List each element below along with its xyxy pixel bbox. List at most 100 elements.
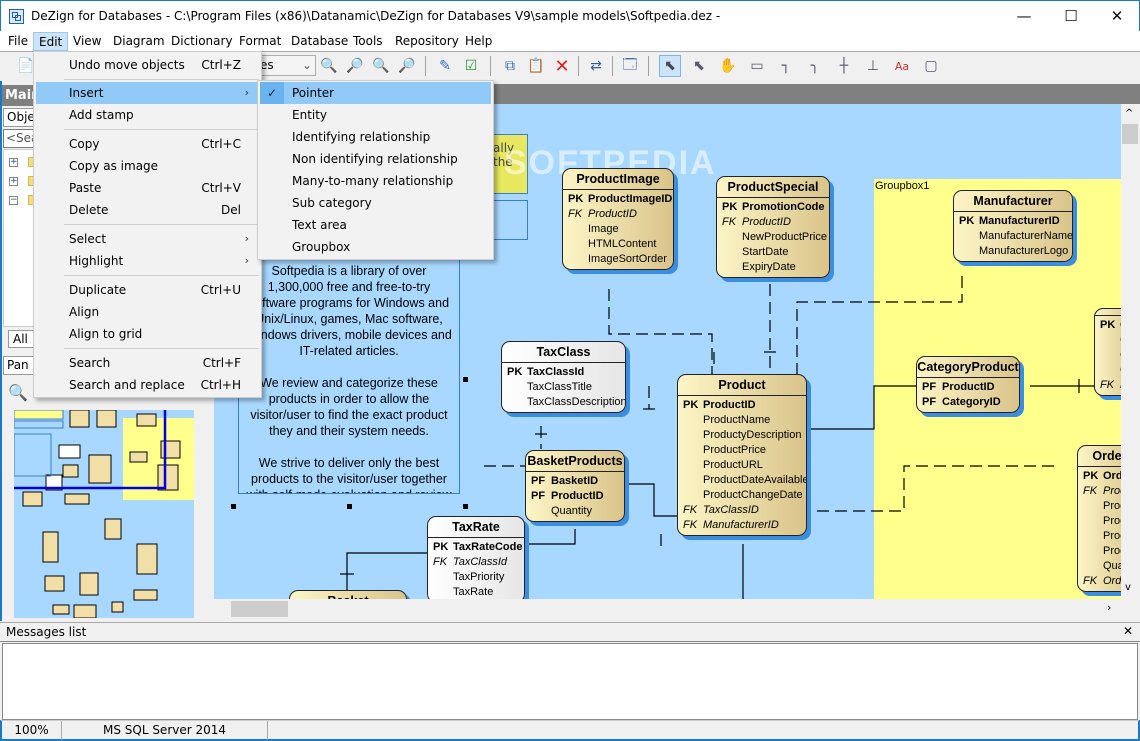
entity-icon[interactable]: ▭ <box>746 55 768 77</box>
entity-productimage[interactable]: ProductImage PK ProductImageID FK ProductID I… <box>562 168 674 270</box>
entity-attribute[interactable]: ProductName <box>683 413 801 428</box>
entity-manufacturer[interactable]: Manufacturer PK ManufacturerID Manufacturer… <box>953 190 1073 262</box>
entity-attribute[interactable]: Quantity <box>531 504 619 519</box>
submenu-text-area[interactable]: Text area <box>260 214 491 236</box>
menu-undo[interactable]: Undo move objects Ctrl+Z <box>36 54 259 76</box>
menu-repository[interactable]: Repository <box>390 32 464 51</box>
scroll-thumb[interactable] <box>1122 124 1138 144</box>
entity-taxclass[interactable]: TaxClass PK TaxClassId TaxClassTitle TaxClas… <box>501 341 626 413</box>
entity-basket[interactable]: Basket <box>289 590 407 599</box>
entity-categoryproduct[interactable]: CategoryProduct PF ProductID PF CategoryID <box>916 356 1020 413</box>
entity-order-partial[interactable]: Orde PK Ord FK Proc Proc Proc Proc Proc Qua FK Ord <box>1077 445 1121 592</box>
submenu-entity[interactable]: Entity <box>260 104 491 126</box>
menu-insert[interactable]: Insert › <box>36 82 259 104</box>
entity-attribute[interactable]: PF CategoryID <box>922 395 1014 410</box>
horizontal-scrollbar[interactable]: › <box>214 599 1121 619</box>
menu-help[interactable]: Help <box>460 32 497 51</box>
non-identifying-rel-icon[interactable]: ╮ <box>804 55 826 77</box>
entity-attribute[interactable]: ExpiryDate <box>722 260 824 275</box>
menu-edit[interactable]: Edit <box>33 32 69 51</box>
messages-list[interactable] <box>2 643 1138 720</box>
entity-attribute[interactable]: TaxClassTitle <box>507 380 620 395</box>
zoom-fit-icon[interactable]: 🔎 <box>396 55 418 77</box>
maximize-button[interactable]: ☐ <box>1048 1 1094 31</box>
scroll-down-icon[interactable]: v <box>1125 582 1131 593</box>
text-area-icon[interactable]: Aa <box>891 55 913 77</box>
submenu-many-to-many-relationship[interactable]: Many-to-many relationship <box>260 170 491 192</box>
menu-align[interactable]: Align <box>36 301 259 323</box>
menu-select[interactable]: Select › <box>36 228 259 250</box>
paste-icon[interactable]: 📋 <box>525 55 547 77</box>
tree-collapse-icon[interactable]: − <box>9 196 18 205</box>
entity-attribute[interactable]: ProductChangeDate <box>683 488 803 503</box>
menu-tools[interactable]: Tools <box>348 32 388 51</box>
entity-attribute[interactable]: ProductyDescription <box>683 428 801 443</box>
menu-highlight[interactable]: Highlight › <box>36 250 259 272</box>
entity-attribute[interactable]: StartDate <box>722 245 824 260</box>
entity-attribute[interactable]: ManufacturerName <box>959 229 1072 244</box>
entity-attribute[interactable]: PK TaxRateCode <box>433 540 522 555</box>
menu-format[interactable]: Format <box>234 32 286 51</box>
menu-duplicate[interactable]: Duplicate Ctrl+U <box>36 279 259 301</box>
menu-delete[interactable]: Delete Del <box>36 199 259 221</box>
entity-attribute[interactable]: PK ProductImageID <box>568 192 672 207</box>
zoom-100-icon[interactable]: 🔍 <box>370 55 392 77</box>
menu-search-and-replace[interactable]: Search and replace Ctrl+H <box>36 374 259 396</box>
minimize-button[interactable]: — <box>1001 1 1047 31</box>
swap-icon[interactable]: ⇄ <box>585 55 607 77</box>
entity-attribute[interactable]: ProductURL <box>683 458 801 473</box>
entity-attribute[interactable]: TaxRate <box>433 585 519 599</box>
close-button[interactable]: ✕ <box>1094 1 1140 31</box>
entity-attribute[interactable]: ImageSortOrder <box>568 252 668 267</box>
entity-attribute[interactable]: Proc <box>1083 544 1121 559</box>
entity-attribute[interactable]: PF ProductID <box>922 380 1014 395</box>
entity-attribute[interactable]: C <box>1100 348 1121 363</box>
entity-attribute[interactable]: ManufacturerLogo <box>959 244 1068 259</box>
entity-attribute[interactable]: FK ProductID <box>722 215 824 230</box>
menu-paste[interactable]: Paste Ctrl+V <box>36 177 259 199</box>
entity-attribute[interactable]: TaxClassDescription <box>507 395 625 410</box>
entity-productspecial[interactable]: ProductSpecial PK PromotionCode FK ProductID… <box>716 176 830 278</box>
select-tool-icon[interactable]: ⬉ <box>688 55 710 77</box>
menu-view[interactable]: View <box>68 32 106 51</box>
copy-icon[interactable]: ⧉ <box>499 55 521 77</box>
scroll-right-icon[interactable]: › <box>1107 601 1111 614</box>
scroll-thumb[interactable] <box>231 601 288 617</box>
entity-attribute[interactable]: PKC <box>1100 318 1121 333</box>
subcategory-icon[interactable]: ⊥ <box>862 55 884 77</box>
menu-diagram[interactable]: Diagram <box>108 32 170 51</box>
groupbox-icon[interactable]: ▢ <box>920 55 942 77</box>
vertical-scrollbar[interactable]: ^ v <box>1121 104 1140 599</box>
preview-icon[interactable]: 🗔 <box>619 55 641 77</box>
entity-attribute[interactable]: FK TaxClassID <box>683 503 801 518</box>
delete-icon[interactable]: ✕ <box>551 55 573 77</box>
zoom-out-icon[interactable]: 🔎 <box>344 55 366 77</box>
submenu-sub-category[interactable]: Sub category <box>260 192 491 214</box>
entity-attribute[interactable]: PK ManufacturerID <box>959 214 1067 229</box>
entity-attribute[interactable]: FK Ord <box>1083 574 1121 589</box>
zoom-in-icon[interactable]: 🔍 <box>8 383 28 402</box>
menu-search[interactable]: Search Ctrl+F <box>36 352 259 374</box>
submenu-groupbox[interactable]: Groupbox <box>260 236 491 258</box>
entity-attribute[interactable]: Qua <box>1083 559 1121 574</box>
menu-database[interactable]: Database <box>286 32 353 51</box>
entity-attribute[interactable]: PF BasketID <box>531 474 619 489</box>
close-messages-icon[interactable]: ✕ <box>1123 624 1133 638</box>
validate-icon[interactable]: ☑ <box>460 55 482 77</box>
entity-product[interactable]: Product PK ProductID ProductName ProductyDes… <box>677 374 807 536</box>
entity-attribute[interactable]: TaxPriority <box>433 570 519 585</box>
entity-attribute[interactable]: PF ProductID <box>531 489 619 504</box>
entity-attribute[interactable]: FK TaxClassId <box>433 555 519 570</box>
entity-attribute[interactable]: PK Ord <box>1083 469 1121 484</box>
entity-attribute[interactable]: NewProductPrice <box>722 230 827 245</box>
entity-taxrate[interactable]: TaxRate PK TaxRateCode FK TaxClassId TaxPrior… <box>427 516 525 599</box>
entity-attribute[interactable]: Proc <box>1083 499 1121 514</box>
submenu-pointer[interactable]: ✓ Pointer <box>260 82 491 104</box>
entity-attribute[interactable]: Image <box>568 222 668 237</box>
entity-attribute[interactable]: PK PromotionCode <box>722 200 825 215</box>
zoom-in-icon[interactable]: 🔍 <box>318 55 340 77</box>
entity-attribute[interactable]: Proc <box>1083 529 1121 544</box>
edit-icon[interactable]: ✎ <box>434 55 456 77</box>
menu-add-stamp[interactable]: Add stamp <box>36 104 259 126</box>
menu-file[interactable]: File <box>3 32 33 51</box>
